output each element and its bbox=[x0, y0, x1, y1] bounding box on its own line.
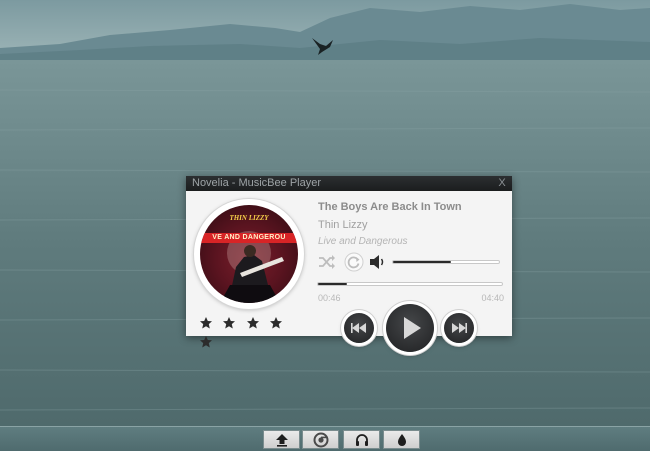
volume-slider[interactable] bbox=[392, 260, 500, 264]
volume-slider-fill bbox=[393, 261, 451, 263]
skip-next-icon bbox=[452, 323, 467, 333]
skip-previous-icon bbox=[351, 323, 366, 333]
previous-track-button[interactable] bbox=[344, 313, 374, 343]
window-titlebar[interactable]: Novelia - MusicBee Player X bbox=[186, 176, 512, 191]
track-title: The Boys Are Back In Town bbox=[318, 201, 462, 213]
play-icon bbox=[404, 317, 421, 339]
track-info: The Boys Are Back In Town Thin Lizzy Liv… bbox=[318, 200, 504, 248]
water-drop-icon bbox=[397, 434, 406, 446]
star-icon[interactable] bbox=[269, 316, 283, 330]
album-art-band-logo: THIN LIZZY bbox=[229, 214, 269, 222]
taskbar-item-headphones[interactable] bbox=[343, 430, 380, 449]
close-button[interactable]: X bbox=[497, 176, 507, 191]
headphones-icon bbox=[355, 434, 368, 446]
total-time: 04:40 bbox=[481, 293, 504, 303]
play-button[interactable] bbox=[386, 304, 434, 352]
taskbar bbox=[0, 426, 650, 451]
star-icon[interactable] bbox=[199, 335, 213, 349]
upload-arrow-icon bbox=[275, 434, 288, 447]
track-album: Live and Dangerous bbox=[318, 236, 408, 247]
playback-options-row bbox=[317, 252, 505, 272]
taskbar-item-chrome[interactable] bbox=[302, 430, 339, 449]
taskbar-item-drop[interactable] bbox=[383, 430, 420, 449]
seek-bar[interactable] bbox=[317, 282, 503, 286]
shuffle-icon[interactable] bbox=[317, 252, 337, 272]
seek-bar-fill bbox=[318, 283, 347, 285]
speaker-icon[interactable] bbox=[367, 252, 387, 272]
window-title: Novelia - MusicBee Player bbox=[192, 177, 321, 189]
album-art: THIN LIZZY VE AND DANGEROU bbox=[200, 205, 298, 303]
repeat-icon[interactable] bbox=[344, 252, 364, 272]
music-player-window: Novelia - MusicBee Player X THIN LIZZY V… bbox=[186, 176, 512, 352]
star-icon[interactable] bbox=[199, 316, 213, 330]
star-icon[interactable] bbox=[246, 316, 260, 330]
chrome-icon bbox=[313, 432, 328, 448]
rating-stars bbox=[199, 316, 303, 348]
taskbar-item-upload[interactable] bbox=[263, 430, 300, 449]
star-icon[interactable] bbox=[222, 316, 236, 330]
album-art-caption: VE AND DANGEROU bbox=[212, 234, 286, 241]
album-art-frame: THIN LIZZY VE AND DANGEROU bbox=[194, 199, 304, 309]
track-artist: Thin Lizzy bbox=[318, 219, 368, 231]
elapsed-time: 00:46 bbox=[318, 293, 341, 303]
next-track-button[interactable] bbox=[444, 313, 474, 343]
